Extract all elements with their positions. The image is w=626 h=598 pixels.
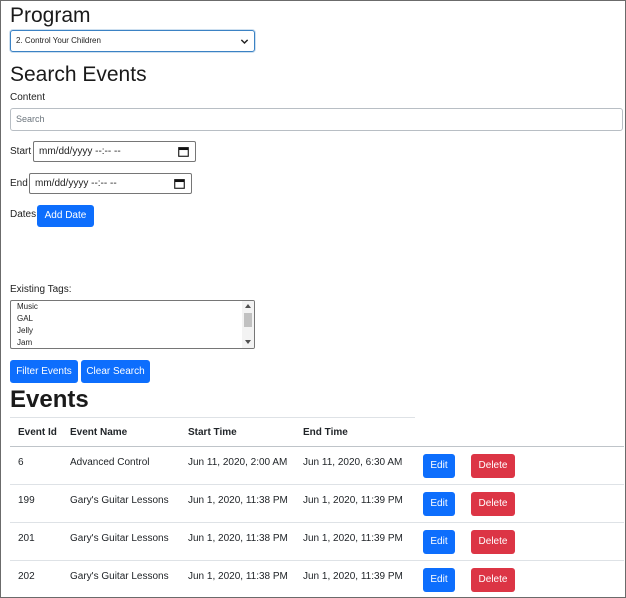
delete-button[interactable]: Delete	[471, 454, 515, 478]
start-time-cell: Jun 1, 2020, 11:38 PM	[188, 533, 288, 544]
header-divider	[10, 446, 624, 447]
edit-button[interactable]: Edit	[423, 492, 455, 516]
events-heading: Events	[10, 386, 89, 413]
end-datetime-input[interactable]: mm/dd/yyyy --:-- --	[29, 173, 192, 194]
event-name-cell: Gary's Guitar Lessons	[70, 533, 169, 544]
column-header-event-name: Event Name	[70, 427, 128, 438]
end-time-cell: Jun 11, 2020, 6:30 AM	[303, 457, 403, 468]
dates-label: Dates	[10, 209, 37, 220]
content-search-placeholder: Search	[16, 114, 45, 124]
listbox-scrollbar[interactable]	[242, 301, 254, 348]
tag-option[interactable]: GAL	[11, 313, 254, 325]
program-heading: Program	[10, 4, 91, 27]
end-label: End	[10, 178, 28, 189]
edit-button[interactable]: Edit	[423, 568, 455, 592]
event-name-cell: Gary's Guitar Lessons	[70, 495, 169, 506]
column-header-end-time: End Time	[303, 427, 348, 438]
scroll-up-arrow-icon[interactable]	[245, 304, 251, 308]
event-id-cell: 199	[18, 495, 35, 506]
table-top-divider	[10, 417, 415, 418]
program-select-value: 2. Control Your Children	[16, 36, 101, 45]
search-events-heading: Search Events	[10, 63, 147, 86]
start-time-cell: Jun 11, 2020, 2:00 AM	[188, 457, 288, 468]
scroll-down-arrow-icon[interactable]	[245, 340, 251, 344]
tag-option[interactable]: Jam	[11, 337, 254, 348]
start-label: Start	[10, 146, 32, 157]
event-name-cell: Gary's Guitar Lessons	[70, 571, 169, 582]
delete-button[interactable]: Delete	[471, 568, 515, 592]
event-id-cell: 201	[18, 533, 35, 544]
edit-button[interactable]: Edit	[423, 454, 455, 478]
event-id-cell: 6	[18, 457, 24, 468]
end-datetime-value: mm/dd/yyyy --:-- --	[35, 178, 117, 189]
calendar-icon[interactable]	[178, 146, 189, 157]
event-name-cell: Advanced Control	[70, 457, 150, 468]
add-date-button[interactable]: Add Date	[37, 205, 94, 227]
start-datetime-value: mm/dd/yyyy --:-- --	[39, 146, 121, 157]
delete-button[interactable]: Delete	[471, 530, 515, 554]
start-time-cell: Jun 1, 2020, 11:38 PM	[188, 571, 288, 582]
scrollbar-thumb[interactable]	[244, 313, 252, 327]
event-id-cell: 202	[18, 571, 35, 582]
row-divider	[10, 522, 624, 523]
program-select[interactable]: 2. Control Your Children	[10, 30, 255, 52]
column-header-start-time: Start Time	[188, 427, 237, 438]
filter-events-button[interactable]: Filter Events	[10, 360, 78, 383]
content-label: Content	[10, 92, 46, 103]
chevron-down-icon	[240, 39, 249, 45]
delete-button[interactable]: Delete	[471, 492, 515, 516]
end-time-cell: Jun 1, 2020, 11:39 PM	[303, 533, 403, 544]
end-time-cell: Jun 1, 2020, 11:39 PM	[303, 495, 403, 506]
tag-option[interactable]: Jelly	[11, 325, 254, 337]
column-header-event-id: Event Id	[18, 427, 57, 438]
calendar-icon[interactable]	[174, 178, 185, 189]
clear-search-button[interactable]: Clear Search	[81, 360, 150, 383]
content-search-input[interactable]: Search	[10, 108, 623, 131]
row-divider	[10, 560, 624, 561]
start-datetime-input[interactable]: mm/dd/yyyy --:-- --	[33, 141, 196, 162]
existing-tags-listbox[interactable]: Music GAL Jelly Jam	[10, 300, 255, 349]
edit-button[interactable]: Edit	[423, 530, 455, 554]
row-divider	[10, 484, 624, 485]
window-frame	[0, 0, 626, 598]
end-time-cell: Jun 1, 2020, 11:39 PM	[303, 571, 403, 582]
existing-tags-label: Existing Tags:	[10, 284, 72, 295]
tag-option[interactable]: Music	[11, 301, 254, 313]
start-time-cell: Jun 1, 2020, 11:38 PM	[188, 495, 288, 506]
